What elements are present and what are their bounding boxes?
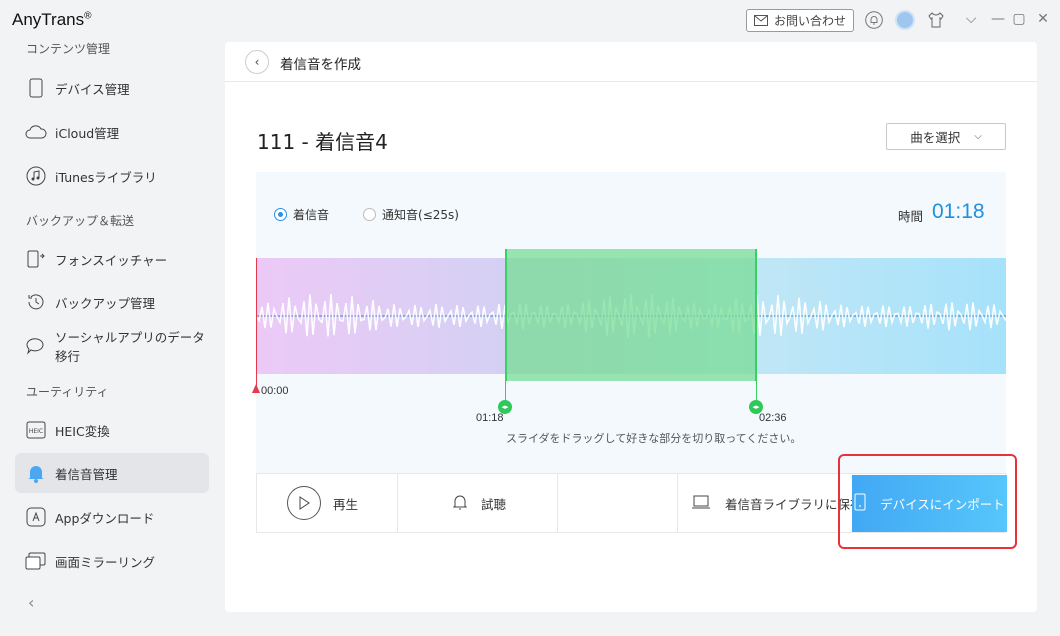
maximize-icon[interactable]: ▢	[1011, 11, 1027, 27]
close-icon[interactable]: ✕	[1035, 11, 1051, 27]
sidebar-item-social[interactable]: ソーシャルアプリのデータ移行	[15, 326, 209, 366]
sidebar-item-heic[interactable]: HEIC HEIC変換	[15, 410, 209, 450]
sidebar-item-label: デバイス管理	[55, 81, 130, 97]
sidebar-item-label: バックアップ管理	[55, 295, 156, 311]
start-time-label: 00:00	[261, 385, 289, 397]
song-title: 111 - 着信音4	[257, 130, 388, 154]
sidebar-item-label: 画面ミラーリング	[55, 554, 156, 570]
notification-radio[interactable]	[363, 208, 377, 221]
back-button[interactable]: ‹	[245, 50, 269, 74]
play-icon	[287, 486, 321, 520]
mail-icon	[753, 15, 768, 26]
chat-icon	[25, 335, 47, 357]
end-handle-line	[756, 381, 757, 401]
mirror-icon	[25, 550, 47, 572]
sidebar-item-label: HEIC変換	[55, 423, 110, 439]
minimize-icon[interactable]: —	[990, 11, 1006, 27]
sidebar-item-device[interactable]: デバイス管理	[15, 68, 209, 108]
ringtone-type-group: 着信音 通知音(≤25s)	[274, 206, 459, 223]
sidebar-item-label: iCloud管理	[55, 125, 120, 141]
start-handle-line	[505, 381, 506, 401]
sidebar-item-itunes[interactable]: iTunesライブラリ	[15, 156, 209, 196]
sidebar-item-label: 着信音管理	[55, 466, 118, 482]
selection-start-label: 01:18	[476, 412, 504, 424]
laptop-icon	[691, 495, 711, 512]
divider	[397, 474, 398, 532]
select-song-dropdown[interactable]: 曲を選択 ⌵	[886, 123, 1006, 150]
phone-icon	[25, 77, 47, 99]
sidebar-item-label: フォンスイッチャー	[55, 252, 168, 268]
section-utility-label: ユーティリティ	[26, 385, 109, 399]
ringtone-radio[interactable]	[274, 208, 287, 221]
save-library-button[interactable]: 着信音ライブラリに保存	[691, 474, 863, 532]
sidebar-item-label: ソーシャルアプリのデータ移行	[55, 330, 205, 364]
selection-range[interactable]	[505, 249, 757, 381]
shirt-icon[interactable]	[926, 10, 946, 30]
app-title: AnyTrans®	[12, 10, 92, 29]
duration-label: 時間	[898, 209, 924, 224]
cloud-icon	[25, 121, 47, 143]
selection-end-label: 02:36	[759, 412, 787, 424]
contact-button[interactable]: お問い合わせ	[746, 9, 854, 32]
bell-outline-icon	[452, 494, 468, 513]
sidebar-item-label: iTunesライブラリ	[55, 169, 157, 185]
sidebar-item-ringtone[interactable]: 着信音管理	[15, 453, 209, 493]
sidebar: コンテンツ管理 デバイス管理 iCloud管理 iTunesライブラリ バックア…	[0, 38, 218, 636]
panel-header: ‹ 着信音を作成	[225, 42, 1037, 82]
sidebar-item-label: Appダウンロード	[55, 510, 155, 526]
music-icon	[25, 165, 47, 187]
section-content-label: コンテンツ管理	[26, 42, 111, 56]
collapse-sidebar-icon[interactable]: ‹	[28, 593, 34, 612]
divider	[557, 474, 558, 532]
chevron-down-icon: ⌵	[974, 131, 982, 142]
section-backup-label: バックアップ＆転送	[26, 214, 135, 228]
notification-bell-icon[interactable]	[864, 10, 884, 30]
sidebar-item-app-download[interactable]: Appダウンロード	[15, 497, 209, 537]
chevron-left-icon: ‹	[254, 55, 260, 69]
bell-icon	[25, 462, 47, 484]
page-title: 着信音を作成	[280, 57, 361, 73]
title-bar: AnyTrans® お問い合わせ ⌵ — ▢ ✕	[0, 0, 1060, 40]
sidebar-item-mirroring[interactable]: 画面ミラーリング	[15, 541, 209, 581]
hint-text: スライダをドラッグして好きな部分を切り取ってください。	[506, 432, 802, 445]
phone-switch-icon	[25, 248, 47, 270]
ringtone-editor: 着信音 通知音(≤25s) 時間 01:18 ◂▸ ◂▸ 00:00 01:18…	[252, 172, 1007, 474]
menu-chevron-icon[interactable]: ⌵	[963, 11, 979, 27]
sidebar-item-backup[interactable]: バックアップ管理	[15, 282, 209, 322]
sidebar-item-icloud[interactable]: iCloud管理	[15, 112, 209, 152]
sidebar-item-phone-switcher[interactable]: フォンスイッチャー	[15, 239, 209, 279]
notification-option-label[interactable]: 通知音(≤25s)	[382, 206, 459, 223]
app-store-icon	[25, 506, 47, 528]
play-label: 再生	[333, 496, 359, 512]
select-song-label: 曲を選択	[910, 130, 961, 145]
duration-value: 01:18	[932, 200, 985, 223]
svg-text:HEIC: HEIC	[29, 428, 43, 435]
avatar[interactable]	[895, 10, 915, 30]
preview-button[interactable]: 試聴	[452, 474, 507, 532]
highlight-box	[838, 454, 1017, 549]
play-button[interactable]: 再生	[287, 474, 358, 532]
contact-label: お問い合わせ	[773, 14, 846, 28]
playhead-marker-icon[interactable]	[252, 384, 260, 393]
history-icon	[25, 291, 47, 313]
preview-label: 試聴	[481, 496, 507, 512]
heic-icon: HEIC	[25, 419, 47, 441]
ringtone-option-label[interactable]: 着信音	[293, 206, 329, 223]
playhead[interactable]	[252, 258, 260, 393]
divider	[677, 474, 678, 532]
